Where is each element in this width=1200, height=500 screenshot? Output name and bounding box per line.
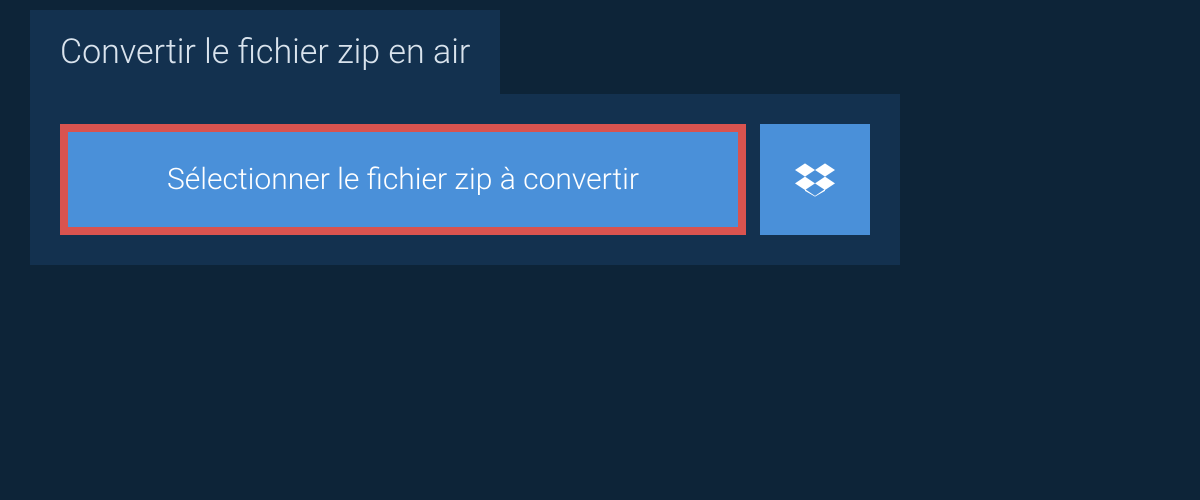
file-select-panel: Sélectionner le fichier zip à convertir (30, 94, 900, 265)
page-title: Convertir le fichier zip en air (60, 32, 470, 72)
dropbox-button[interactable] (760, 124, 870, 235)
select-file-button[interactable]: Sélectionner le fichier zip à convertir (60, 124, 746, 235)
title-tab: Convertir le fichier zip en air (30, 10, 500, 94)
dropbox-icon (795, 160, 835, 200)
select-file-label: Sélectionner le fichier zip à convertir (167, 162, 639, 197)
